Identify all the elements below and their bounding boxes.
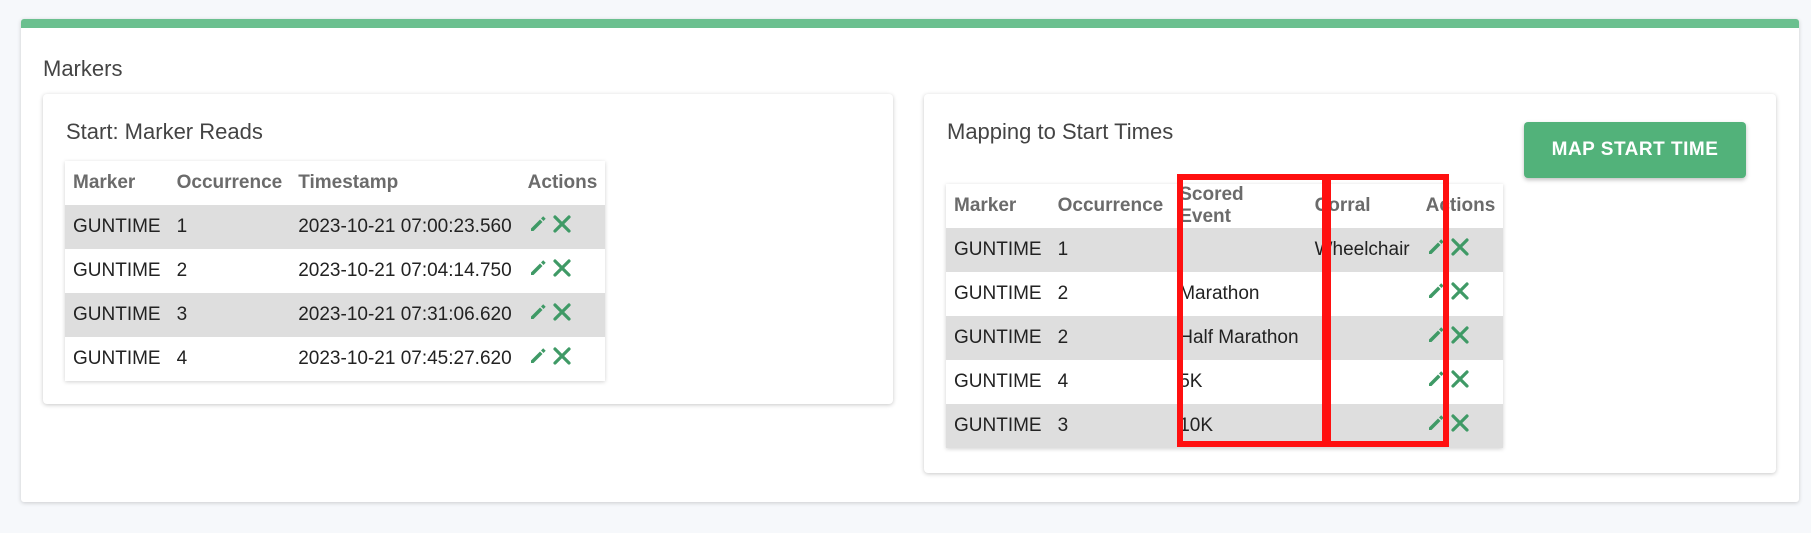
corral-cell <box>1306 404 1418 448</box>
table-row: GUNTIME 4 2023-10-21 07:45:27.620 <box>65 337 605 381</box>
actions-cell <box>519 293 606 337</box>
pencil-icon[interactable] <box>1426 281 1446 307</box>
close-icon[interactable] <box>1450 369 1470 395</box>
marker-cell: GUNTIME <box>65 293 169 337</box>
timestamp-cell: 2023-10-21 07:45:27.620 <box>298 348 512 369</box>
table-header-row: Marker Occurrence Scored Event Corral Ac… <box>946 184 1503 228</box>
table-row: GUNTIME 4 5K <box>946 360 1503 404</box>
close-icon[interactable] <box>1450 413 1470 439</box>
marker-cell: GUNTIME <box>954 371 1042 392</box>
column-header-actions: Actions <box>527 172 598 193</box>
occurrence-cell: 2 <box>1057 283 1069 304</box>
actions-cell <box>520 337 606 381</box>
actions-cell <box>519 205 606 249</box>
marker-reads-title: Start: Marker Reads <box>66 119 263 144</box>
pencil-icon[interactable] <box>528 346 548 372</box>
markers-card: Markers Start: Marker Reads Marker Occur… <box>21 19 1799 502</box>
scored-event-cell: 10K <box>1171 404 1307 448</box>
column-header-marker: Marker <box>954 195 1017 216</box>
table-row: GUNTIME 2 2023-10-21 07:04:14.750 <box>65 249 605 293</box>
mapping-panel: Mapping to Start Times MAP START TIME Ma… <box>924 94 1776 473</box>
marker-cell: GUNTIME <box>954 283 1042 304</box>
occurrence-cell: 3 <box>168 293 291 337</box>
mapping-table: Marker Occurrence Scored Event Corral Ac… <box>946 184 1504 448</box>
corral-cell: Wheelchair <box>1306 228 1418 272</box>
pencil-icon[interactable] <box>1426 413 1446 439</box>
occurrence-cell: 4 <box>1057 371 1069 392</box>
actions-cell <box>1417 404 1504 448</box>
pencil-icon[interactable] <box>528 302 548 328</box>
occurrence-cell: 3 <box>1049 404 1172 448</box>
occurrence-cell: 4 <box>176 348 188 369</box>
pencil-icon[interactable] <box>1426 369 1446 395</box>
close-icon[interactable] <box>1450 325 1470 351</box>
table-row: GUNTIME 2 Half Marathon <box>946 316 1504 360</box>
map-start-time-button[interactable]: MAP START TIME <box>1524 122 1746 178</box>
timestamp-cell: 2023-10-21 07:00:23.560 <box>290 205 520 249</box>
scored-event-cell: Marathon <box>1179 283 1260 304</box>
pencil-icon[interactable] <box>528 258 548 284</box>
occurrence-cell: 1 <box>168 205 291 249</box>
corral-cell <box>1307 272 1418 316</box>
marker-cell: GUNTIME <box>946 316 1050 360</box>
pencil-icon[interactable] <box>1426 237 1446 263</box>
close-icon[interactable] <box>1450 237 1470 263</box>
marker-cell: GUNTIME <box>946 228 1050 272</box>
corral-cell <box>1307 360 1418 404</box>
occurrence-cell: 1 <box>1049 228 1172 272</box>
table-row: GUNTIME 3 2023-10-21 07:31:06.620 <box>65 293 606 337</box>
marker-cell: GUNTIME <box>73 348 161 369</box>
marker-cell: GUNTIME <box>946 404 1050 448</box>
mapping-title: Mapping to Start Times <box>947 119 1174 144</box>
actions-cell <box>520 249 606 293</box>
actions-cell <box>1417 228 1504 272</box>
close-icon[interactable] <box>552 214 572 240</box>
marker-cell: GUNTIME <box>73 260 161 281</box>
column-header-occurrence: Occurrence <box>1057 195 1164 216</box>
close-icon[interactable] <box>552 258 572 284</box>
markers-title: Markers <box>43 56 123 81</box>
column-header-marker: Marker <box>73 172 136 193</box>
actions-cell <box>1417 316 1504 360</box>
column-header-actions: Actions <box>1425 195 1496 216</box>
scored-event-cell: Half Marathon <box>1171 316 1307 360</box>
marker-reads-table: Marker Occurrence Timestamp Actions GUNT… <box>65 161 606 381</box>
scored-event-cell <box>1171 228 1307 272</box>
timestamp-cell: 2023-10-21 07:31:06.620 <box>290 293 520 337</box>
column-header-scored-event: Scored Event <box>1179 184 1244 227</box>
pencil-icon[interactable] <box>528 214 548 240</box>
occurrence-cell: 2 <box>176 260 188 281</box>
pencil-icon[interactable] <box>1426 325 1446 351</box>
table-row: GUNTIME 1 Wheelchair <box>946 228 1504 272</box>
close-icon[interactable] <box>1450 281 1470 307</box>
table-header-row: Marker Occurrence Timestamp Actions <box>65 161 605 205</box>
actions-cell <box>1418 272 1504 316</box>
marker-cell: GUNTIME <box>65 205 169 249</box>
table-row: GUNTIME 1 2023-10-21 07:00:23.560 <box>65 205 606 249</box>
table-row: GUNTIME 3 10K <box>946 404 1504 448</box>
timestamp-cell: 2023-10-21 07:04:14.750 <box>298 260 512 281</box>
table-row: GUNTIME 2 Marathon <box>946 272 1503 316</box>
corral-cell <box>1306 316 1418 360</box>
column-header-occurrence: Occurrence <box>176 172 283 193</box>
marker-reads-panel: Start: Marker Reads Marker Occurrence Ti… <box>43 94 893 404</box>
column-header-corral: Corral <box>1314 195 1371 216</box>
occurrence-cell: 2 <box>1049 316 1172 360</box>
column-header-timestamp: Timestamp <box>298 172 399 193</box>
actions-cell <box>1418 360 1504 404</box>
close-icon[interactable] <box>552 302 572 328</box>
scored-event-cell: 5K <box>1179 371 1203 392</box>
close-icon[interactable] <box>552 346 572 372</box>
